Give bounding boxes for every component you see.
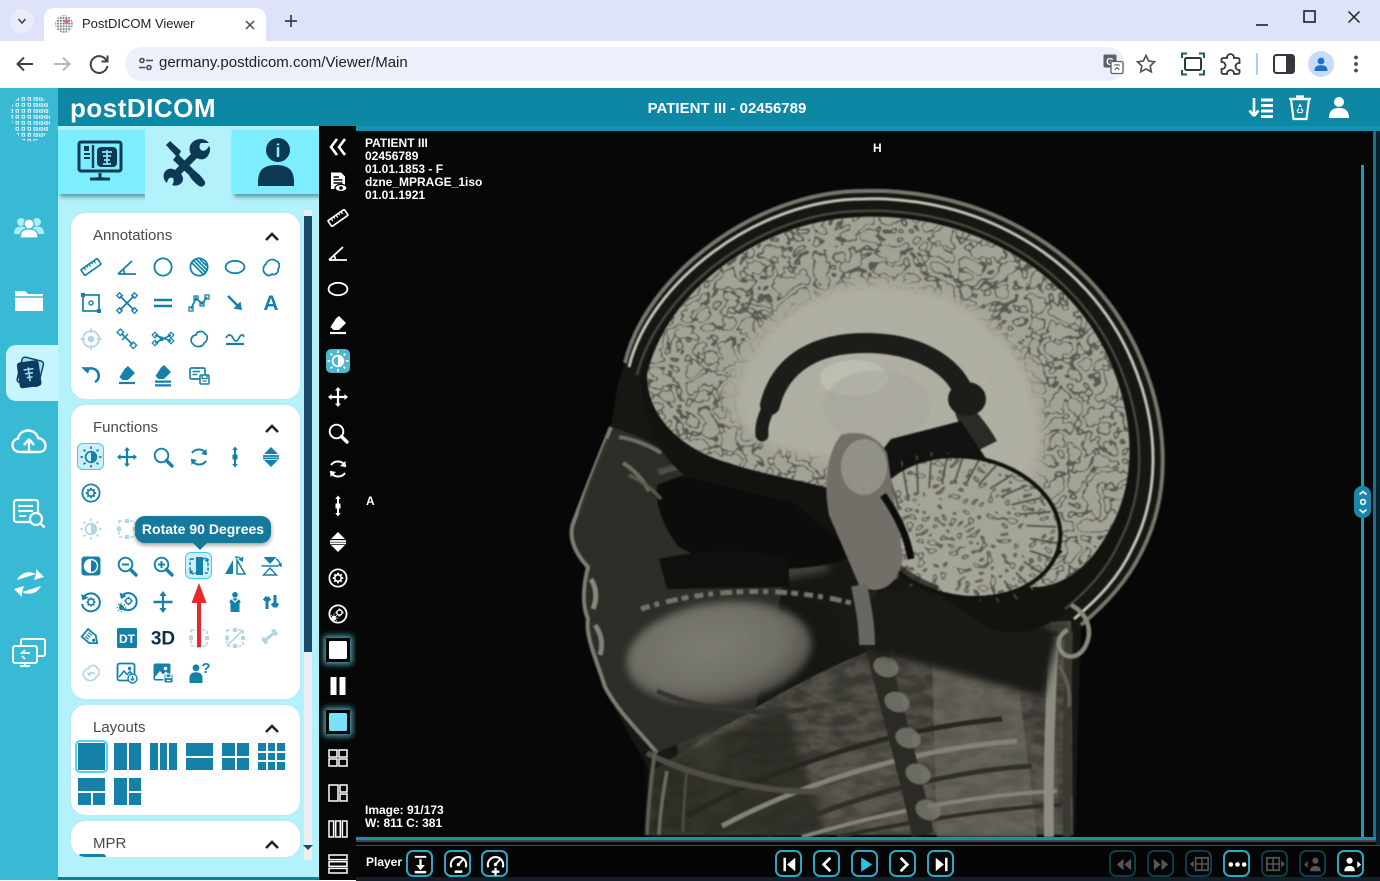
svg-text:i: i [275,141,280,161]
